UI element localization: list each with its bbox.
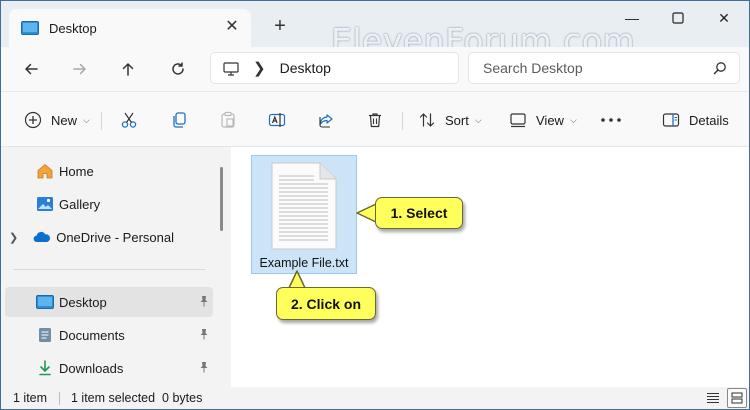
share-icon [316,110,336,130]
sidebar-item-label: Gallery [59,196,101,212]
pin-icon[interactable] [199,328,209,343]
details-button[interactable]: Details [661,107,729,133]
new-label: New [51,112,78,128]
rename-icon [267,110,287,130]
maximize-icon[interactable] [655,7,701,29]
file-list: Example File.txt [231,147,749,387]
copy-button[interactable] [169,107,197,133]
address-location: Desktop [279,60,331,76]
address-bar[interactable]: ❯ Desktop [210,52,459,84]
new-button[interactable]: New ⌵ [23,107,90,133]
refresh-icon[interactable] [165,56,191,82]
divider [402,112,403,130]
callout-step1-pointer [356,203,377,223]
window-close-icon[interactable]: ✕ [701,7,747,29]
chevron-down-icon: ⌵ [569,114,577,125]
sort-button[interactable]: Sort ⌵ [417,107,482,133]
paste-button[interactable] [218,107,246,133]
plus-icon[interactable]: + [269,15,291,37]
sort-label: Sort [445,112,469,128]
copy-icon [169,110,189,130]
sidebar-item-gallery[interactable]: Gallery [5,189,213,219]
sidebar-item-documents[interactable]: Documents [5,320,213,350]
file-item[interactable]: Example File.txt [251,155,357,274]
title-bar: Desktop ✕ + ElevenForum.com — ✕ [1,1,749,60]
sidebar-divider [13,269,205,270]
sidebar-item-onedrive[interactable]: ❯ OneDrive - Personal [5,222,213,252]
callout-step1: 1. Select [375,197,463,229]
sidebar-item-downloads[interactable]: Downloads [5,353,213,383]
home-icon [36,163,54,179]
sort-icon [417,110,437,130]
minimize-icon[interactable]: — [609,7,655,29]
chevron-down-icon: ⌵ [474,114,482,125]
sidebar-item-label: Desktop [59,294,107,310]
view-label: View [536,112,564,128]
folder-desktop-icon [21,21,39,35]
command-bar: New ⌵ Sort ⌵ View ⌵ Details [1,91,749,147]
chevron-down-icon: ⌵ [83,114,90,125]
new-icon [23,110,43,130]
search-box[interactable]: Search Desktop [468,52,740,84]
back-arrow-icon[interactable] [18,56,44,82]
selection-info: 1 item selected 0 bytes [71,391,203,405]
details-label: Details [689,112,729,128]
search-input[interactable]: Search Desktop [483,60,713,76]
delete-icon [365,110,385,130]
text-file-icon [270,162,338,253]
rename-button[interactable] [267,107,295,133]
pin-icon[interactable] [199,295,209,310]
delete-button[interactable] [365,107,393,133]
details-view-icon[interactable] [703,388,723,408]
file-name[interactable]: Example File.txt [252,256,356,270]
pin-icon[interactable] [199,361,209,376]
sidebar-item-home[interactable]: Home [5,156,213,186]
navigation-pane: Home Gallery ❯ OneDrive - Personal Deskt… [1,147,231,387]
item-count: 1 item [13,391,48,405]
this-pc-icon [223,61,239,76]
callout-step2: 2. Click on [276,287,376,320]
close-icon[interactable]: ✕ [223,18,241,36]
paste-icon [218,110,238,130]
sidebar-item-label: Downloads [59,360,124,376]
more-options-button[interactable] [599,107,631,133]
folder-desktop-icon [36,294,54,310]
onedrive-icon [33,229,51,245]
view-icon [508,110,528,130]
chevron-right-icon[interactable]: ❯ [253,59,266,77]
file-explorer-window: Desktop ✕ + ElevenForum.com — ✕ ❯ Deskto… [0,0,750,410]
details-pane-icon [661,110,681,130]
share-button[interactable] [316,107,344,133]
view-button[interactable]: View ⌵ [508,107,577,133]
sidebar-item-label: Documents [59,327,125,343]
search-icon [713,61,727,75]
sidebar-item-desktop[interactable]: Desktop [5,287,213,317]
cut-icon [119,110,139,130]
more-icon [599,110,623,130]
sidebar-scrollbar[interactable] [220,167,223,231]
cut-button[interactable] [119,107,147,133]
sidebar-item-label: OneDrive - Personal [56,229,174,245]
tab-desktop[interactable]: Desktop ✕ [9,9,251,47]
gallery-icon [36,196,54,212]
divider [59,392,60,405]
tab-title: Desktop [49,20,97,36]
tiles-view-icon[interactable] [727,388,747,408]
downloads-icon [36,360,54,376]
status-bar: 1 item 1 item selected 0 bytes [1,387,749,409]
sidebar-item-label: Home [59,163,94,179]
divider [101,112,102,130]
forward-arrow-icon[interactable] [67,56,93,82]
navigation-bar: ❯ Desktop Search Desktop [1,47,749,91]
documents-icon [36,327,54,343]
chevron-right-icon[interactable]: ❯ [9,231,18,244]
up-arrow-icon[interactable] [115,56,141,82]
